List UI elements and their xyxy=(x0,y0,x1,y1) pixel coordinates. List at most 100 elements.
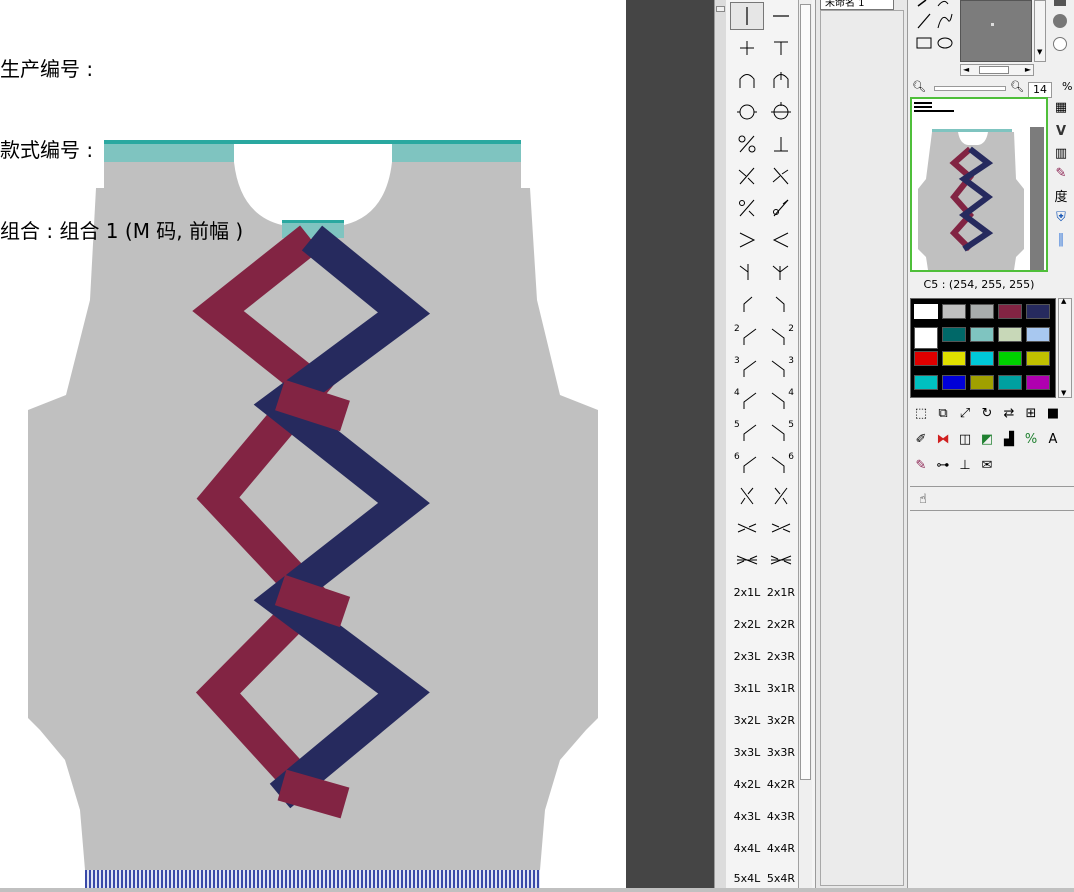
stitch-preview-hscrollbar[interactable]: ◄ ► xyxy=(960,64,1034,76)
percent-icon[interactable]: % xyxy=(1022,430,1040,448)
zoom-value-field[interactable]: 14 xyxy=(1028,82,1052,98)
transfer-2-right-tool-icon[interactable]: 2 xyxy=(764,322,798,350)
swatch-sage[interactable] xyxy=(998,327,1022,342)
cable-2x2l-button[interactable]: 2x2L xyxy=(730,610,764,638)
grid-view-icon[interactable]: ▦ xyxy=(1052,98,1070,116)
swatch-gray-2[interactable] xyxy=(970,304,994,319)
cable-cross-left-tool-icon[interactable] xyxy=(730,482,764,510)
block-view-icon[interactable]: ▥ xyxy=(1052,144,1070,162)
cable-4x2r-button[interactable]: 4x2R xyxy=(764,770,798,798)
document-tab[interactable]: 未命名 1 xyxy=(820,0,894,10)
cable-4x3l-button[interactable]: 4x3L xyxy=(730,802,764,830)
design-canvas[interactable]: 生产编号 : 款式编号 : 组合 : 组合 1 (M 码, 前幅 ) xyxy=(0,0,626,888)
select-rect-icon[interactable]: ⬚ xyxy=(912,404,930,422)
canvas-scrollbar[interactable] xyxy=(714,0,726,888)
swatch-cyan[interactable] xyxy=(970,351,994,366)
cross-tool-icon[interactable] xyxy=(730,34,764,62)
degree-icon[interactable]: 度 xyxy=(1052,186,1070,205)
vertical-line-tool-icon[interactable] xyxy=(730,2,764,30)
fork-right-tool-icon[interactable] xyxy=(764,258,798,286)
cable-2x1r-button[interactable]: 2x1R xyxy=(764,578,798,606)
swatch-magenta[interactable] xyxy=(1026,375,1050,390)
arch-line-tool-icon[interactable] xyxy=(764,66,798,94)
triple-cross-right-tool-icon[interactable] xyxy=(764,546,798,574)
tool-scroll-thumb[interactable] xyxy=(800,4,811,780)
tool-panel-scrollbar[interactable] xyxy=(798,0,812,888)
cable-3x3l-button[interactable]: 3x3L xyxy=(730,738,764,766)
transfer-5-left-tool-icon[interactable]: 5 xyxy=(730,418,764,446)
circle-tool-icon[interactable] xyxy=(730,98,764,126)
level-bars-icon[interactable]: ▟ xyxy=(1000,430,1018,448)
rotate-360-icon[interactable]: ↻ xyxy=(978,404,996,422)
transfer-3-left-tool-icon[interactable]: 3 xyxy=(730,354,764,382)
zoom-out-icon[interactable]: 🔍︎ xyxy=(912,80,926,93)
cable-3x2r-button[interactable]: 3x2R xyxy=(764,706,798,734)
transfer-3-right-tool-icon[interactable]: 3 xyxy=(764,354,798,382)
cable-2x3r-button[interactable]: 2x3R xyxy=(764,642,798,670)
cable-4x4l-button[interactable]: 4x4L xyxy=(730,834,764,862)
palette-scrollbar[interactable]: ▲ ▼ xyxy=(1058,297,1072,398)
inverted-tee-tool-icon[interactable] xyxy=(764,130,798,158)
double-cross-left-tool-icon[interactable] xyxy=(730,514,764,542)
cable-3x1l-button[interactable]: 3x1L xyxy=(730,674,764,702)
text-a-icon[interactable]: A xyxy=(1044,430,1062,448)
transfer-right-tool-icon[interactable] xyxy=(764,290,798,318)
swatch-teal-2[interactable] xyxy=(998,375,1022,390)
cable-3x1r-button[interactable]: 3x1R xyxy=(764,674,798,702)
transfer-5-right-tool-icon[interactable]: 5 xyxy=(764,418,798,446)
swatch-aqua[interactable] xyxy=(914,375,938,390)
garment-thumbnail[interactable] xyxy=(910,97,1048,272)
pointer-tool-icon[interactable]: ☝ xyxy=(914,490,932,508)
cable-4x2l-button[interactable]: 4x2L xyxy=(730,770,764,798)
slash-cross-right-tool-icon[interactable] xyxy=(764,162,798,190)
double-cross-right-tool-icon[interactable] xyxy=(764,514,798,542)
stitch-preview-scrollbar[interactable]: ▼ xyxy=(1034,0,1046,62)
swatch-olive[interactable] xyxy=(1026,351,1050,366)
drawing-tools-group[interactable] xyxy=(914,0,958,54)
merge-icon[interactable]: ⊶ xyxy=(934,456,952,474)
layer-list[interactable] xyxy=(820,10,904,886)
cable-4x3r-button[interactable]: 4x3R xyxy=(764,802,798,830)
transfer-6-right-tool-icon[interactable]: 6 xyxy=(764,450,798,478)
transfer-2-left-tool-icon[interactable]: 2 xyxy=(730,322,764,350)
swatch-green[interactable] xyxy=(998,351,1022,366)
fork-left-tool-icon[interactable] xyxy=(730,258,764,286)
swatch-white-2[interactable] xyxy=(914,327,938,349)
needle-2-icon[interactable]: ✎ xyxy=(912,456,930,474)
swatch-burgundy[interactable] xyxy=(998,304,1022,319)
swatch-navy[interactable] xyxy=(1026,304,1050,319)
transfer-6-left-tool-icon[interactable]: 6 xyxy=(730,450,764,478)
cable-3x2l-button[interactable]: 3x2L xyxy=(730,706,764,734)
right-chevron-tool-icon[interactable] xyxy=(730,226,764,254)
cable-2x3l-button[interactable]: 2x3L xyxy=(730,642,764,670)
percent-tool-icon[interactable] xyxy=(730,130,764,158)
triple-cross-left-tool-icon[interactable] xyxy=(730,546,764,574)
cable-cross-right-tool-icon[interactable] xyxy=(764,482,798,510)
swatch-teal[interactable] xyxy=(970,327,994,342)
copy-rect-icon[interactable]: ⧉ xyxy=(934,404,952,422)
split-icon[interactable]: ⊞ xyxy=(1022,404,1040,422)
swatch-yellow[interactable] xyxy=(942,351,966,366)
zoom-in-icon[interactable]: 🔍︎ xyxy=(1010,80,1024,93)
needle-icon[interactable]: ✎ xyxy=(1052,164,1070,182)
swatch-khaki[interactable] xyxy=(970,375,994,390)
swatch-gray[interactable] xyxy=(942,304,966,319)
circle-cross-tool-icon[interactable] xyxy=(764,98,798,126)
envelope-icon[interactable]: ✉ xyxy=(978,456,996,474)
red-link-icon[interactable]: ⧓ xyxy=(934,430,952,448)
stitch-preview[interactable] xyxy=(960,0,1032,62)
slash-cross-left-tool-icon[interactable] xyxy=(730,162,764,190)
swatch-white[interactable] xyxy=(914,304,938,319)
fill-tools-group[interactable] xyxy=(1050,0,1070,56)
cable-4x4r-button[interactable]: 4x4R xyxy=(764,834,798,862)
tee-tool-icon[interactable] xyxy=(764,34,798,62)
solid-fill-icon[interactable]: ■ xyxy=(1044,404,1062,422)
swatch-dark-teal[interactable] xyxy=(942,327,966,342)
zoom-slider[interactable] xyxy=(934,86,1006,91)
scroll-knob[interactable] xyxy=(716,6,725,12)
swatch-light-blue[interactable] xyxy=(1026,327,1050,342)
transfer-4-left-tool-icon[interactable]: 4 xyxy=(730,386,764,414)
swatch-red[interactable] xyxy=(914,351,938,366)
transfer-4-right-tool-icon[interactable]: 4 xyxy=(764,386,798,414)
green-check-icon[interactable]: ◩ xyxy=(978,430,996,448)
